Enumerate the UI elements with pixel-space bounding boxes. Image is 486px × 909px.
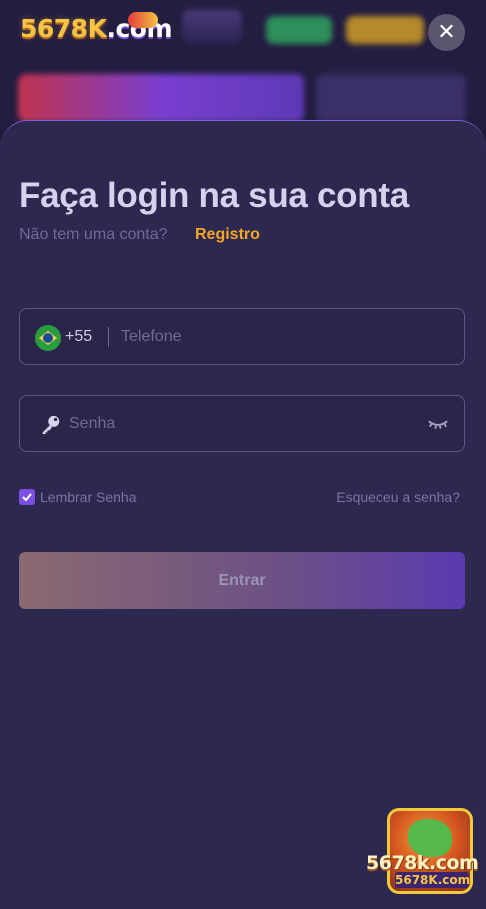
- background-blur-banner: [316, 74, 466, 122]
- remember-label: Lembrar Senha: [40, 489, 137, 505]
- promo-text[interactable]: 5678k.com: [366, 852, 479, 874]
- logo-badge: [128, 12, 158, 28]
- password-field[interactable]: [19, 395, 465, 452]
- brazil-flag-icon[interactable]: [35, 325, 61, 351]
- page-title: Faça login na sua conta: [19, 176, 409, 215]
- background-blur-banner: [18, 74, 304, 122]
- remember-password-toggle[interactable]: Lembrar Senha: [19, 489, 137, 505]
- no-account-text: Não tem uma conta?: [19, 226, 168, 243]
- forgot-password-link[interactable]: Esqueceu a senha?: [336, 489, 460, 505]
- background-blur-button: [266, 16, 332, 44]
- background-blur-item: [182, 10, 242, 44]
- login-submit-button[interactable]: Entrar: [19, 552, 465, 609]
- password-input[interactable]: [69, 396, 409, 451]
- country-code[interactable]: +55: [65, 328, 92, 346]
- remember-checkbox[interactable]: [19, 489, 35, 505]
- register-link[interactable]: Registro: [195, 226, 260, 244]
- background-blur-button: [346, 16, 424, 44]
- promo-subtext: 5678K.com: [395, 872, 471, 888]
- check-icon: [22, 493, 32, 502]
- divider: [108, 327, 109, 347]
- close-icon: ✕: [437, 20, 456, 45]
- phone-field[interactable]: +55: [19, 308, 465, 365]
- phone-input[interactable]: [121, 309, 451, 364]
- close-button[interactable]: ✕: [428, 14, 465, 51]
- key-icon: [42, 415, 60, 435]
- eye-hidden-icon[interactable]: [427, 415, 449, 433]
